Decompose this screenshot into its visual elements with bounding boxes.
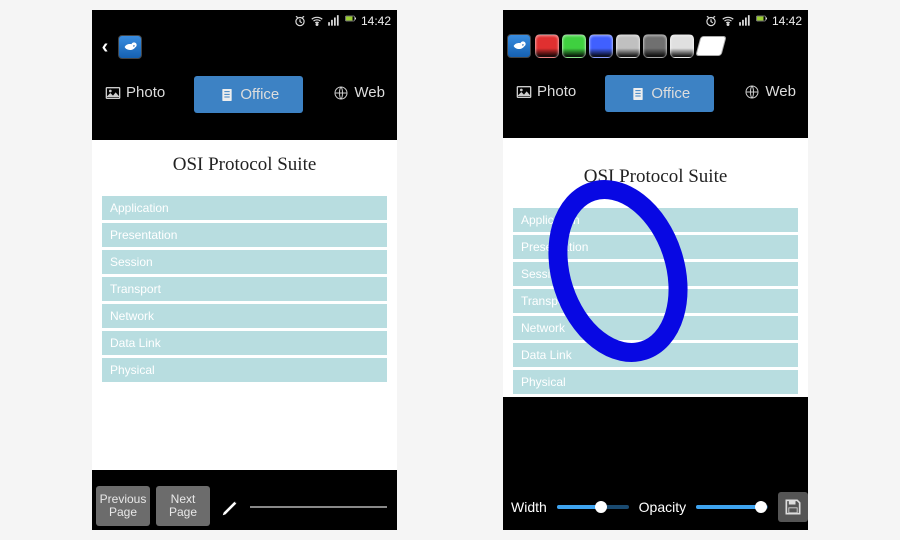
wifi-icon (310, 14, 324, 28)
width-slider[interactable] (557, 505, 629, 509)
photo-icon (515, 84, 533, 100)
osi-layer: Data Link (513, 343, 798, 367)
color-swatch[interactable] (589, 34, 613, 58)
tab-office[interactable]: Office (605, 75, 714, 112)
phone-left: 14:42 ‹ e Photo Office Web OSI Protocol … (92, 10, 397, 530)
osi-layer: Network (513, 316, 798, 340)
tab-web-label: Web (765, 83, 796, 100)
osi-layer: Application (513, 208, 798, 232)
color-swatch[interactable] (643, 34, 667, 58)
top-toolbar: e (503, 32, 808, 62)
tab-office-label: Office (240, 86, 279, 103)
osi-layer: Physical (102, 358, 387, 382)
osi-layer: Data Link (102, 331, 387, 355)
document-icon (218, 87, 236, 103)
prev-page-button[interactable]: Previous Page (96, 486, 150, 526)
osi-layers-list: Application Presentation Session Transport N… (92, 196, 397, 382)
osi-layer: Application (102, 196, 387, 220)
width-label: Width (511, 499, 547, 515)
globe-icon (743, 84, 761, 100)
tab-photo[interactable]: Photo (98, 76, 171, 109)
progress-track[interactable] (250, 506, 387, 508)
alarm-icon (293, 14, 307, 28)
document-icon (629, 86, 647, 102)
battery-icon (755, 14, 769, 28)
tab-web[interactable]: Web (737, 75, 802, 108)
mode-tabs: Photo Office Web (92, 62, 397, 140)
app-icon[interactable]: e (118, 35, 142, 59)
wifi-icon (721, 14, 735, 28)
document-title: OSI Protocol Suite (503, 166, 808, 188)
tab-photo-label: Photo (126, 84, 165, 101)
back-button[interactable]: ‹ (96, 36, 114, 59)
osi-layer: Network (102, 304, 387, 328)
clock-text: 14:42 (772, 14, 802, 28)
color-palette (535, 34, 694, 58)
globe-icon (332, 85, 350, 101)
color-swatch[interactable] (562, 34, 586, 58)
color-swatch[interactable] (670, 34, 694, 58)
document-title: OSI Protocol Suite (92, 154, 397, 176)
osi-layer: Session (513, 262, 798, 286)
top-toolbar: ‹ e (92, 32, 397, 62)
phone-right: 14:42 e Photo Office Web OSI Protocol Su… (503, 10, 808, 530)
tab-photo[interactable]: Photo (509, 75, 582, 108)
app-icon[interactable]: e (507, 34, 531, 58)
alarm-icon (704, 14, 718, 28)
tab-photo-label: Photo (537, 83, 576, 100)
osi-layers-list: Application Presentation Session Transport N… (503, 208, 808, 394)
osi-layer: Physical (513, 370, 798, 394)
status-bar: 14:42 (503, 10, 808, 32)
opacity-label: Opacity (639, 499, 686, 515)
signal-icon (327, 14, 341, 28)
photo-icon (104, 85, 122, 101)
osi-layer: Session (102, 250, 387, 274)
mode-tabs: Photo Office Web (503, 61, 808, 138)
pen-icon[interactable] (220, 496, 242, 518)
save-button[interactable] (778, 492, 808, 522)
bottom-toolbar: Previous Page Next Page (92, 470, 397, 530)
osi-layer: Presentation (513, 235, 798, 259)
color-swatch[interactable] (535, 34, 559, 58)
status-bar: 14:42 (92, 10, 397, 32)
next-page-button[interactable]: Next Page (156, 486, 210, 526)
eraser-tool[interactable] (695, 36, 726, 56)
document-viewport[interactable]: OSI Protocol Suite Application Presentati… (503, 138, 808, 397)
clock-text: 14:42 (361, 14, 391, 28)
bottom-toolbar: Width Opacity (503, 397, 808, 530)
opacity-slider[interactable] (696, 505, 768, 509)
color-swatch[interactable] (616, 34, 640, 58)
osi-layer: Transport (513, 289, 798, 313)
tab-office-label: Office (651, 85, 690, 102)
signal-icon (738, 14, 752, 28)
document-viewport[interactable]: OSI Protocol Suite Application Presentati… (92, 140, 397, 470)
battery-icon (344, 14, 358, 28)
osi-layer: Presentation (102, 223, 387, 247)
tab-office[interactable]: Office (194, 76, 303, 113)
osi-layer: Transport (102, 277, 387, 301)
tab-web-label: Web (354, 84, 385, 101)
tab-web[interactable]: Web (326, 76, 391, 109)
